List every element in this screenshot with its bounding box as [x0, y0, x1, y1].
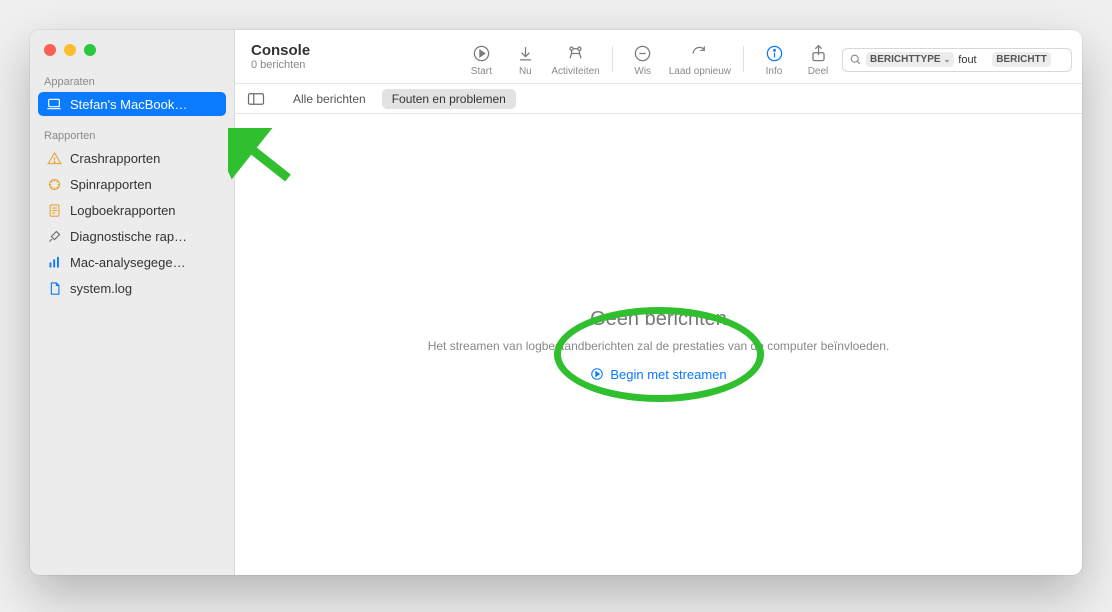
search-token-type[interactable]: BERICHTTYPE ⌄ — [866, 52, 954, 67]
sidebar-item-label: Mac-analysegege… — [70, 255, 218, 270]
warning-triangle-icon — [46, 150, 62, 166]
sidebar-section-reports: Rapporten — [30, 120, 234, 146]
close-button[interactable] — [44, 44, 56, 56]
empty-state-title: Geen berichten — [590, 308, 727, 331]
sidebar-item-device[interactable]: Stefan's MacBook… — [38, 92, 226, 116]
content-area: Geen berichten Het streamen van logbesta… — [235, 114, 1082, 575]
activities-icon — [565, 42, 587, 64]
arrow-down-to-line-icon — [514, 42, 536, 64]
share-button[interactable]: Deel — [800, 42, 836, 77]
reload-icon — [689, 42, 711, 64]
empty-state-subtitle: Het streamen van logbestandberichten zal… — [428, 339, 890, 353]
play-circle-icon — [590, 367, 604, 381]
sidebar-item-log[interactable]: Logboekrapporten — [38, 198, 226, 222]
minimize-button[interactable] — [64, 44, 76, 56]
now-button[interactable]: Nu — [507, 42, 543, 77]
main-area: Console 0 berichten Start Nu — [235, 30, 1082, 575]
sidebar-item-label: Diagnostische rap… — [70, 229, 218, 244]
sidebar-item-crash[interactable]: Crashrapporten — [38, 146, 226, 170]
activities-button[interactable]: Activiteiten — [551, 42, 599, 77]
search-input[interactable] — [958, 54, 988, 66]
search-token-trailing[interactable]: BERICHTT — [992, 52, 1051, 67]
toolbar-buttons: Start Nu Activiteiten — [463, 36, 836, 77]
filter-tab-all[interactable]: Alle berichten — [283, 89, 376, 109]
reload-button[interactable]: Laad opnieuw — [669, 42, 731, 77]
start-streaming-link[interactable]: Begin met streamen — [590, 367, 726, 382]
sidebar-item-spin[interactable]: Spinrapporten — [38, 172, 226, 196]
sidebar-item-label: Stefan's MacBook… — [70, 97, 218, 112]
sidebar-item-diagnostic[interactable]: Diagnostische rap… — [38, 224, 226, 248]
sidebar-item-label: Crashrapporten — [70, 151, 218, 166]
laptop-icon — [46, 96, 62, 112]
subtitle: 0 berichten — [251, 59, 310, 71]
sidebar-item-systemlog[interactable]: system.log — [38, 276, 226, 300]
sidebar-item-label: system.log — [70, 281, 218, 296]
app-window: Apparaten Stefan's MacBook… Rapporten Cr… — [30, 30, 1082, 575]
filter-bar: Alle berichten Fouten en problemen — [235, 84, 1082, 114]
clear-circle-icon — [632, 42, 654, 64]
document-icon — [46, 280, 62, 296]
start-button[interactable]: Start — [463, 42, 499, 77]
toolbar: Console 0 berichten Start Nu — [235, 30, 1082, 84]
filter-tab-errors[interactable]: Fouten en problemen — [382, 89, 516, 109]
app-title: Console — [251, 42, 310, 59]
search-icon — [849, 53, 862, 66]
search-field[interactable]: BERICHTTYPE ⌄ BERICHTT — [842, 48, 1072, 72]
info-circle-icon — [763, 42, 785, 64]
toggle-sidebar-button[interactable] — [245, 88, 267, 110]
play-circle-icon — [470, 42, 492, 64]
sidebar-item-analytics[interactable]: Mac-analysegege… — [38, 250, 226, 274]
sidebar-section-devices: Apparaten — [30, 66, 234, 92]
chart-bar-icon — [46, 254, 62, 270]
info-button[interactable]: Info — [756, 42, 792, 77]
sidebar-item-label: Spinrapporten — [70, 177, 218, 192]
logbook-icon — [46, 202, 62, 218]
chevron-down-icon: ⌄ — [944, 55, 951, 64]
sidebar: Apparaten Stefan's MacBook… Rapporten Cr… — [30, 30, 235, 575]
window-controls — [30, 30, 234, 66]
link-label: Begin met streamen — [610, 367, 726, 382]
tools-icon — [46, 228, 62, 244]
spinner-icon — [46, 176, 62, 192]
title-block: Console 0 berichten — [251, 42, 310, 71]
clear-button[interactable]: Wis — [625, 42, 661, 77]
share-icon — [807, 42, 829, 64]
maximize-button[interactable] — [84, 44, 96, 56]
sidebar-item-label: Logboekrapporten — [70, 203, 218, 218]
